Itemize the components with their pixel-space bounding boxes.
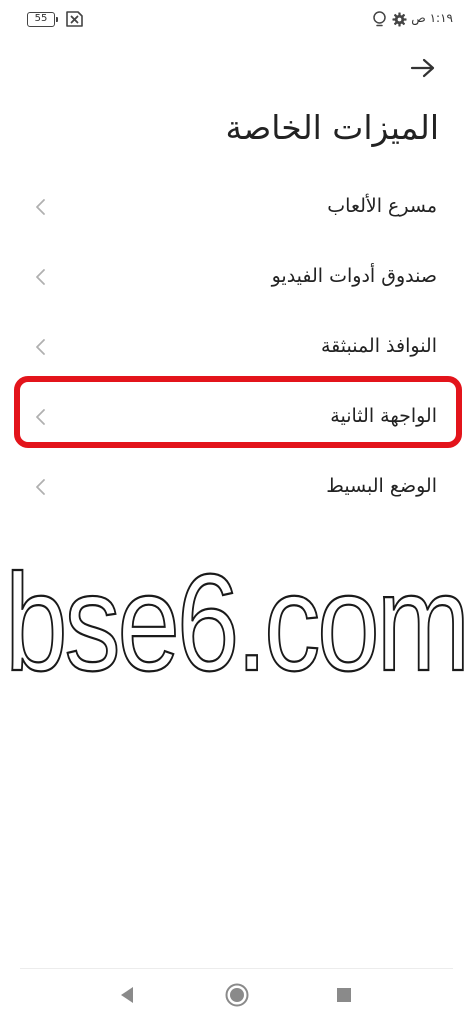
gear-icon bbox=[392, 12, 407, 27]
nav-back-icon[interactable] bbox=[119, 986, 135, 1004]
battery-level: 55 bbox=[34, 13, 48, 24]
status-time: ١:١٩ ص bbox=[411, 11, 453, 25]
chevron-left-icon bbox=[36, 409, 45, 425]
watermark-text: bse6.com bbox=[5, 548, 467, 688]
menu-item-second-space[interactable]: الواجهة الثانية bbox=[0, 382, 473, 452]
page-title: الميزات الخاصة bbox=[225, 108, 440, 147]
nav-home-icon[interactable] bbox=[225, 983, 249, 1007]
feature-list: مسرع الألعاب صندوق أدوات الفيديو النوافذ… bbox=[0, 172, 473, 522]
battery-icon: 55 bbox=[27, 12, 58, 27]
chevron-left-icon bbox=[36, 269, 45, 285]
sim-off-icon bbox=[66, 11, 83, 27]
menu-item-label: صندوق أدوات الفيديو bbox=[271, 265, 437, 287]
screen: 55 ١:١٩ ص الميزات الخاصة مسرع الألعاب صن… bbox=[0, 0, 473, 1024]
menu-item-video-toolbox[interactable]: صندوق أدوات الفيديو bbox=[0, 242, 473, 312]
menu-item-label: النوافذ المنبثقة bbox=[320, 335, 437, 357]
nav-recents-icon[interactable] bbox=[337, 988, 351, 1002]
menu-item-simple-mode[interactable]: الوضع البسيط bbox=[0, 452, 473, 522]
bulb-icon bbox=[373, 11, 386, 27]
menu-item-floating-windows[interactable]: النوافذ المنبثقة bbox=[0, 312, 473, 382]
menu-item-label: الوضع البسيط bbox=[326, 475, 437, 497]
menu-item-game-turbo[interactable]: مسرع الألعاب bbox=[0, 172, 473, 242]
status-bar: 55 ١:١٩ ص bbox=[0, 0, 473, 40]
chevron-left-icon bbox=[36, 199, 45, 215]
nav-divider bbox=[20, 968, 453, 969]
menu-item-label: الواجهة الثانية bbox=[330, 405, 437, 427]
chevron-left-icon bbox=[36, 339, 45, 355]
back-arrow-icon[interactable] bbox=[409, 56, 437, 80]
chevron-left-icon bbox=[36, 479, 45, 495]
menu-item-label: مسرع الألعاب bbox=[327, 195, 437, 217]
watermark-logo: bse6.com bbox=[4, 548, 472, 688]
